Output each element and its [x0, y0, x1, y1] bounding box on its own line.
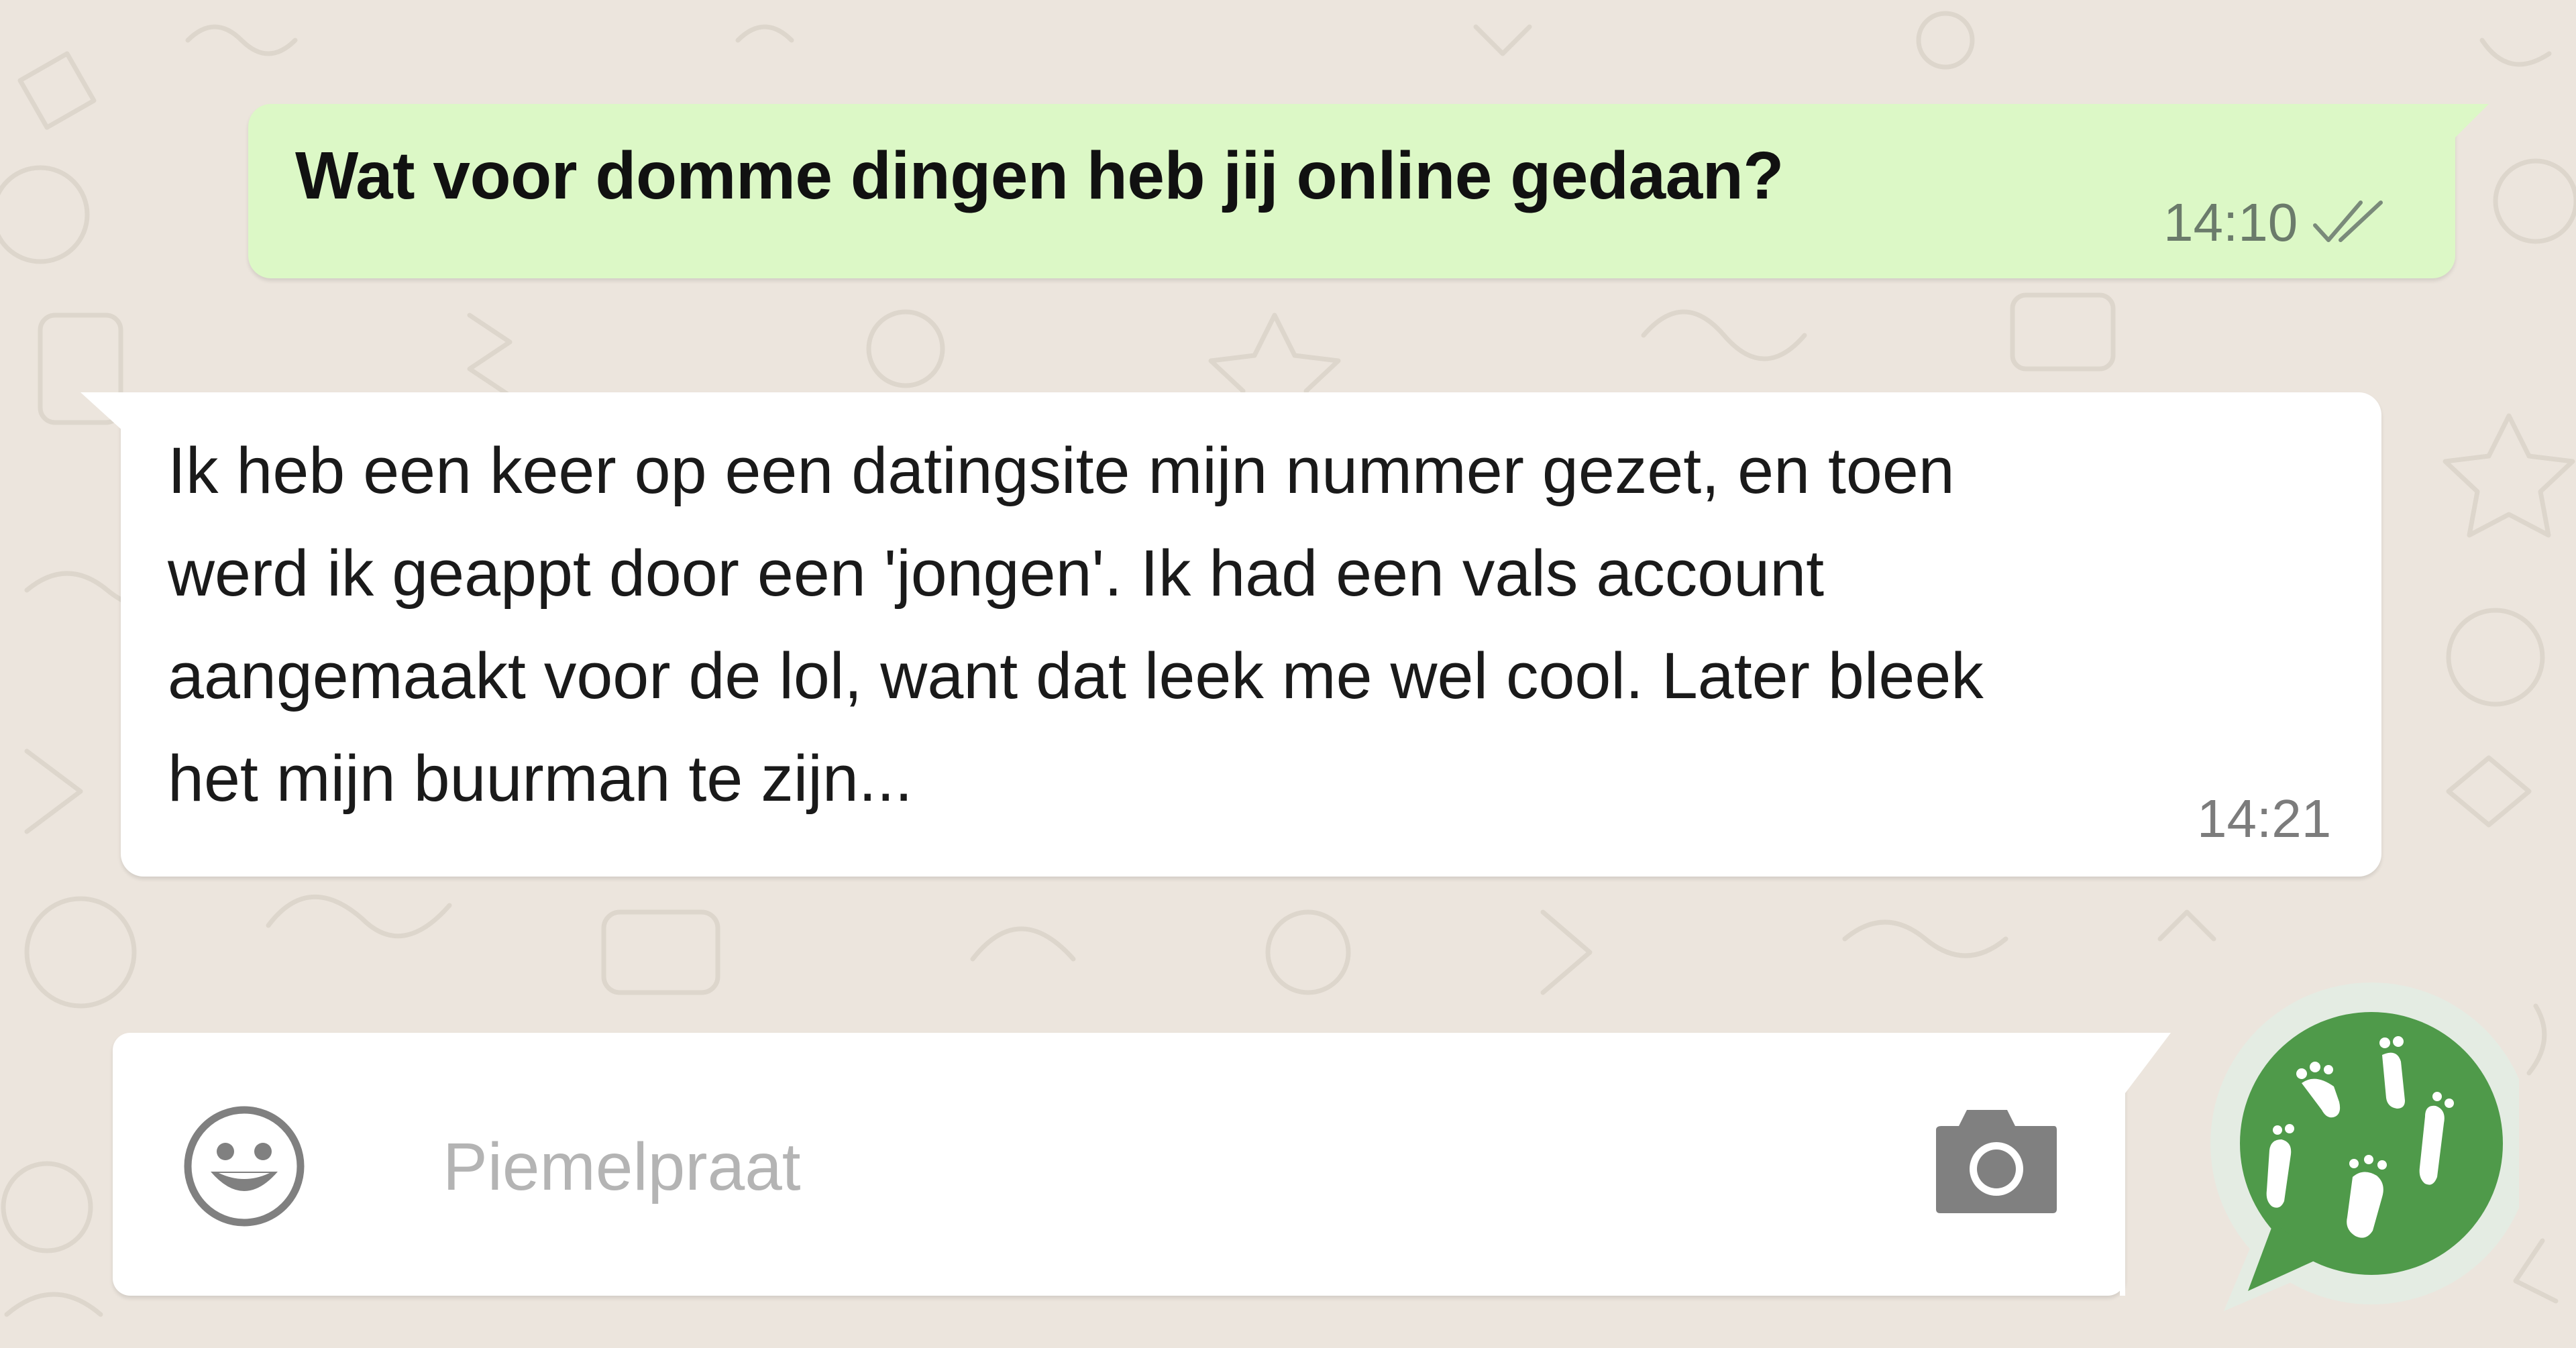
outgoing-message-text: Wat voor domme dingen heb jij online ged… — [295, 138, 1784, 213]
composer-tail — [2120, 1033, 2171, 1296]
incoming-message-line: aangemaakt voor de lol, want dat leek me… — [168, 639, 1984, 712]
outgoing-bubble-tail — [2449, 104, 2489, 144]
incoming-message-line: werd ik geappt door een 'jongen'. Ik had… — [168, 537, 1825, 610]
incoming-message-line: Ik heb een keer op een datingsite mijn n… — [168, 434, 1955, 507]
camera-icon[interactable] — [1932, 1103, 2059, 1217]
outgoing-message-time: 14:10 — [2163, 192, 2298, 252]
incoming-message-time: 14:21 — [2197, 789, 2332, 848]
smiley-icon[interactable] — [181, 1103, 307, 1229]
chat-bubble-footprints-logo — [2210, 982, 2519, 1311]
incoming-message-line: het mijn buurman te zijn... — [168, 742, 913, 815]
outgoing-message-meta: 14:10 — [2163, 192, 2386, 253]
incoming-message-text: Ik heb een keer op een datingsite mijn n… — [168, 419, 2355, 830]
message-input[interactable] — [443, 1113, 1851, 1221]
incoming-bubble-tail — [80, 392, 125, 433]
double-check-icon — [2313, 201, 2383, 242]
